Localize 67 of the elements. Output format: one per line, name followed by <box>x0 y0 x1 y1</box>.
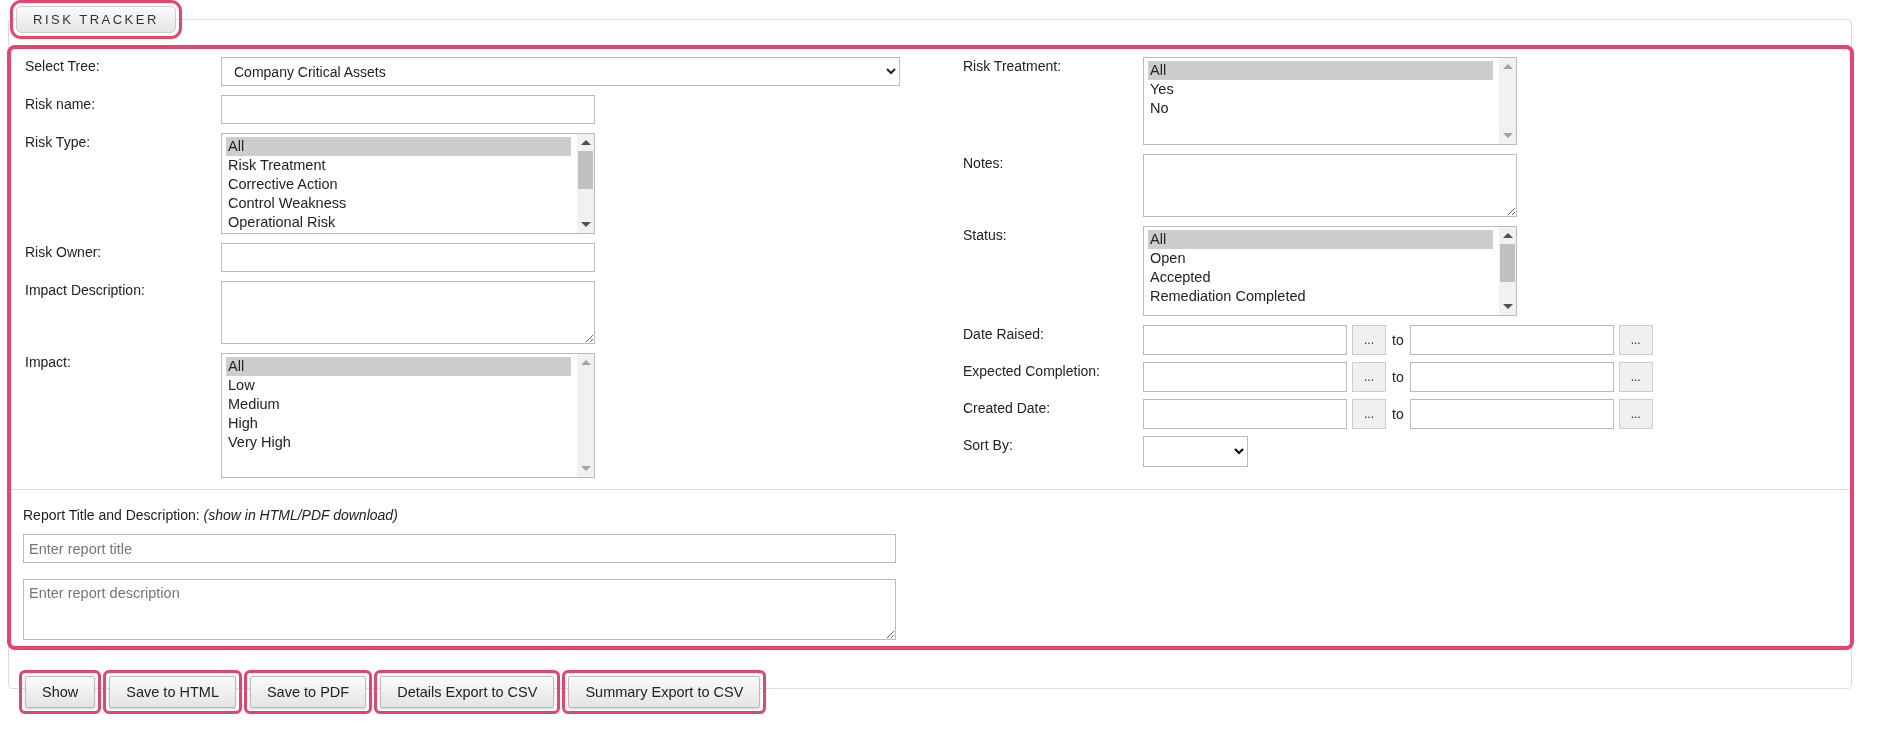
text-field[interactable] <box>221 95 595 124</box>
sort-dropdown[interactable] <box>1143 436 1248 467</box>
date-picker-button[interactable]: ... <box>1352 362 1386 392</box>
scrollbar[interactable] <box>1499 58 1516 144</box>
range-separator: to <box>1392 406 1404 422</box>
tree-dropdown[interactable]: Company Critical Assets <box>221 57 900 86</box>
date-field[interactable] <box>1143 325 1347 355</box>
report-description-field[interactable]: Enter report description <box>23 579 896 640</box>
field-label: Risk name: <box>25 95 97 112</box>
list-option[interactable]: Risk Treatment <box>226 156 571 175</box>
field-label: Status: <box>963 226 1008 243</box>
list-option[interactable]: All <box>226 357 571 376</box>
date-field[interactable] <box>1409 325 1614 355</box>
date-picker-button[interactable]: ... <box>1352 325 1386 355</box>
action-button[interactable]: Save to HTML <box>109 676 236 708</box>
text-field[interactable] <box>221 243 595 272</box>
action-button[interactable]: Show <box>25 676 96 708</box>
date-picker-button[interactable]: ... <box>1618 325 1653 355</box>
field-label: Impact Description: <box>25 281 146 298</box>
report-title-label: Report Title and Description: (show in HTML/PDF download) <box>23 507 399 523</box>
list-box[interactable]: All Low Medium High Very High <box>221 353 595 478</box>
date-picker-button[interactable]: ... <box>1352 399 1386 429</box>
list-option[interactable]: Low <box>226 376 571 395</box>
scrollbar[interactable] <box>577 354 594 477</box>
text-area[interactable] <box>221 281 595 344</box>
list-option[interactable]: All <box>1148 61 1493 80</box>
date-field[interactable] <box>1409 362 1614 392</box>
list-option[interactable]: High <box>226 414 571 433</box>
date-field[interactable] <box>1409 399 1614 429</box>
range-separator: to <box>1392 332 1404 348</box>
field-label: Date Raised: <box>963 325 1045 342</box>
field-label: Expected Completion: <box>963 362 1101 379</box>
list-option[interactable]: Accepted <box>1148 268 1493 287</box>
action-button[interactable]: Details Export to CSV <box>380 676 555 708</box>
list-option[interactable]: Corrective Action <box>226 175 571 194</box>
range-separator: to <box>1392 369 1404 385</box>
list-box[interactable]: All Open Accepted Remediation Completed <box>1143 226 1517 316</box>
field-label: Select Tree: <box>25 57 101 74</box>
list-option[interactable]: Open <box>1148 249 1493 268</box>
date-picker-button[interactable]: ... <box>1618 399 1653 429</box>
field-label: Risk Type: <box>25 133 92 150</box>
list-option[interactable]: No <box>1148 99 1493 118</box>
scrollbar[interactable] <box>1499 227 1516 315</box>
field-label: Created Date: <box>963 399 1052 416</box>
action-button[interactable]: Summary Export to CSV <box>568 676 761 708</box>
list-option[interactable]: Yes <box>1148 80 1493 99</box>
list-option[interactable]: Control Weakness <box>226 194 571 213</box>
report-title-field[interactable]: Enter report title <box>23 534 896 563</box>
list-box[interactable]: All Yes No <box>1143 57 1517 145</box>
field-label: Risk Treatment: <box>963 57 1063 74</box>
field-label: Impact: <box>25 353 72 370</box>
list-box[interactable]: All Risk Treatment Corrective Action Control Weakness Operational Risk <box>221 133 595 234</box>
list-option[interactable]: Very High <box>226 433 571 452</box>
list-option[interactable]: Operational Risk <box>226 213 571 232</box>
field-label: Sort By: <box>963 436 1014 453</box>
date-picker-button[interactable]: ... <box>1618 362 1653 392</box>
date-field[interactable] <box>1143 399 1347 429</box>
field-label: Notes: <box>963 154 1005 171</box>
action-button[interactable]: Save to PDF <box>249 676 367 708</box>
scrollbar[interactable] <box>577 134 594 233</box>
date-field[interactable] <box>1143 362 1347 392</box>
field-label: Risk Owner: <box>25 243 103 260</box>
text-area[interactable] <box>1143 154 1517 217</box>
list-option[interactable]: Remediation Completed <box>1148 287 1493 306</box>
list-option[interactable]: All <box>1148 230 1493 249</box>
list-option[interactable]: All <box>226 137 571 156</box>
list-option[interactable]: Medium <box>226 395 571 414</box>
